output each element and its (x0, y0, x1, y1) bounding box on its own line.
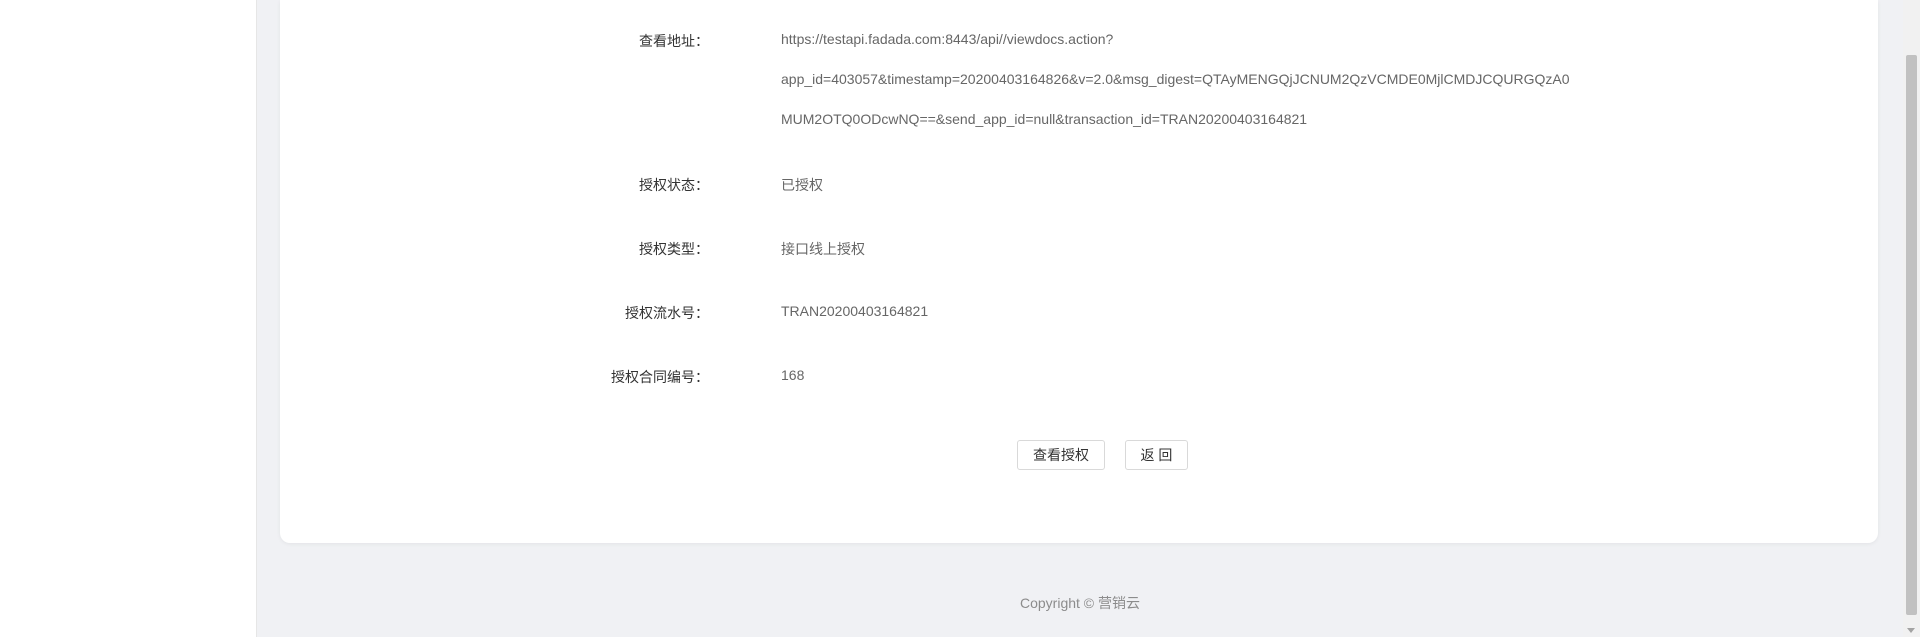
detail-card: 查看地址： https://testapi.fadada.com:8443/ap… (280, 0, 1878, 543)
auth-contract-no-value: 168 (781, 367, 805, 383)
view-address-label: 查看地址： (639, 33, 709, 49)
footer-copyright: Copyright © 营销云 (1019, 595, 1140, 611)
scrollbar-thumb[interactable] (1906, 55, 1917, 615)
vertical-scrollbar[interactable] (1903, 0, 1920, 637)
view-address-line-1[interactable]: https://testapi.fadada.com:8443/api//vie… (781, 31, 1113, 47)
view-address-line-3[interactable]: MUM2OTQ0ODcwNQ==&send_app_id=null&transa… (781, 111, 1307, 127)
sidebar (0, 0, 257, 637)
auth-serial-label: 授权流水号： (625, 305, 709, 321)
auth-status-value: 已授权 (781, 177, 823, 193)
back-button[interactable]: 返 回 (1125, 440, 1188, 470)
view-auth-button[interactable]: 查看授权 (1017, 440, 1105, 470)
view-address-line-2[interactable]: app_id=403057&timestamp=20200403164826&v… (781, 71, 1570, 87)
auth-type-value: 接口线上授权 (781, 241, 865, 257)
auth-status-label: 授权状态： (639, 177, 709, 193)
auth-serial-value: TRAN20200403164821 (781, 303, 929, 319)
auth-contract-no-label: 授权合同编号： (611, 369, 709, 385)
main-content: 查看地址： https://testapi.fadada.com:8443/ap… (257, 0, 1903, 637)
scroll-down-arrow-icon[interactable] (1907, 628, 1915, 633)
auth-type-label: 授权类型： (639, 241, 709, 257)
